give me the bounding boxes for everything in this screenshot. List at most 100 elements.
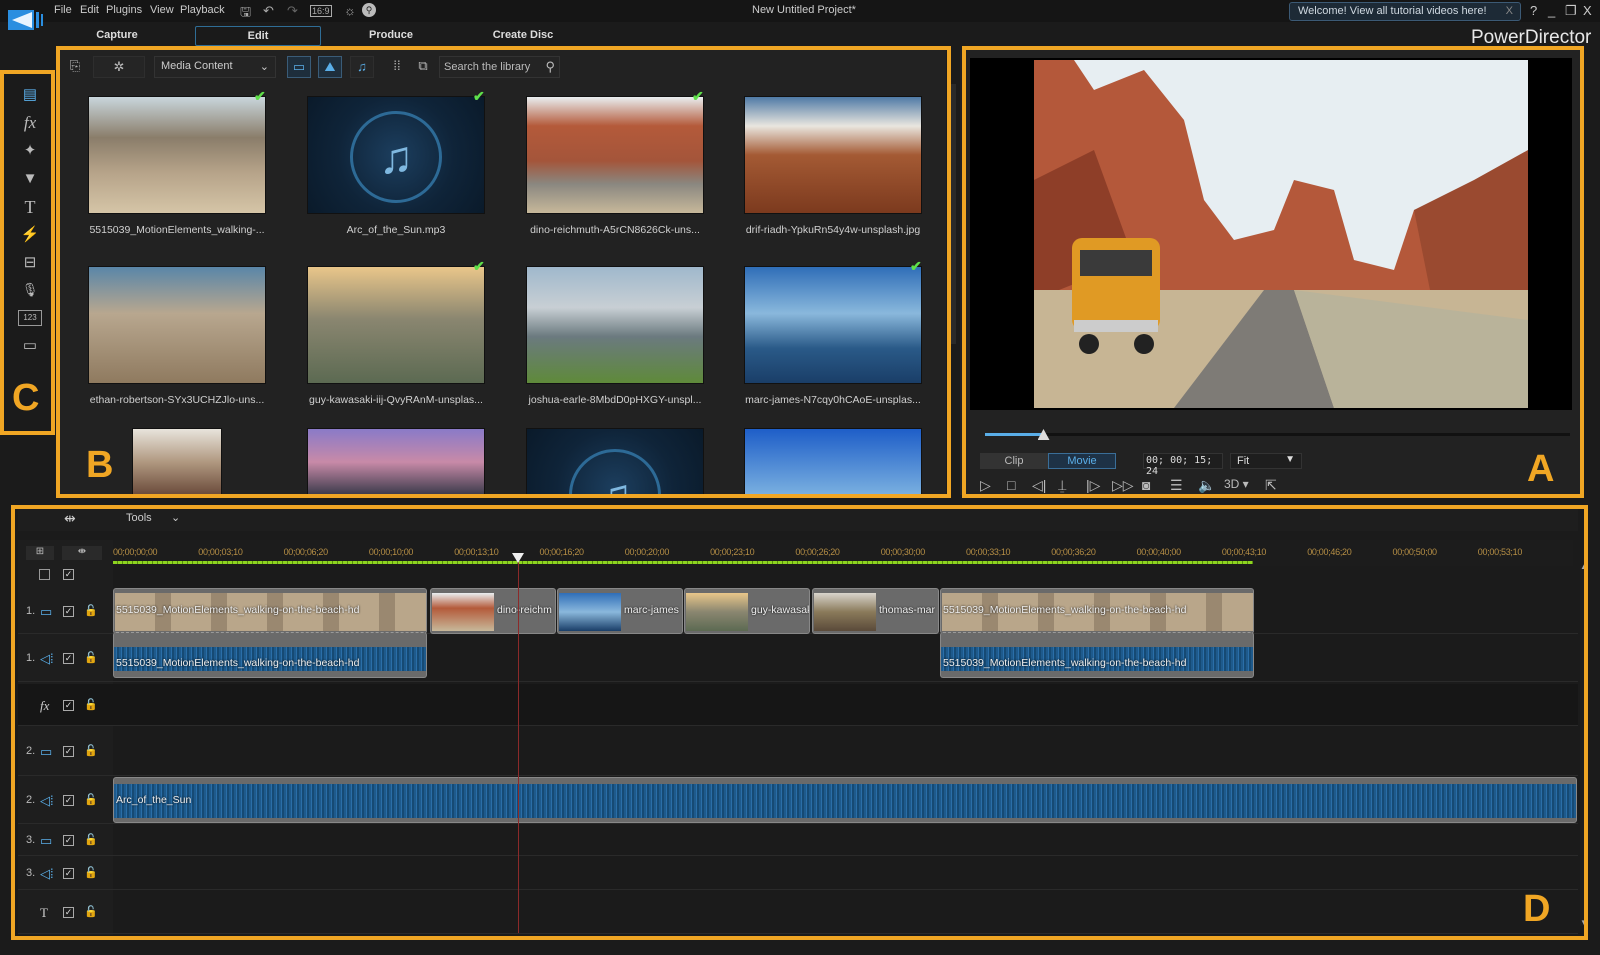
track-lock-icon[interactable]: 🔓 (84, 698, 98, 711)
chapter-room-icon[interactable]: 123 (18, 310, 42, 326)
video-clip[interactable]: guy-kawasak (684, 588, 810, 634)
search-icon[interactable]: ⚲ (545, 59, 555, 75)
video-clip[interactable]: marc-james (557, 588, 683, 634)
view-size-icon[interactable]: ⧉ (413, 56, 433, 78)
chevron-down-icon[interactable]: ⌄ (171, 511, 180, 524)
filter-audio-button[interactable]: ♫ (350, 56, 374, 78)
track-lock-icon[interactable]: 🔓 (84, 651, 98, 664)
welcome-text[interactable]: Welcome! View all tutorial videos here! (1298, 5, 1487, 17)
transition-room-icon[interactable]: ⚡ (18, 224, 42, 246)
subtitle-icon[interactable]: ☰ (1170, 477, 1183, 494)
track-enable-checkbox[interactable]: ✓ (63, 907, 74, 918)
track-lock-icon[interactable]: 🔓 (84, 833, 98, 846)
menu-plugins[interactable]: Plugins (106, 4, 142, 16)
tab-produce[interactable]: Produce (328, 26, 454, 46)
plugins-icon[interactable]: ✲ (93, 56, 145, 78)
sort-icon[interactable]: ⁞⁞ (387, 56, 407, 78)
media-thumbnail[interactable] (307, 266, 485, 384)
track-lock-icon[interactable]: 🔓 (84, 905, 98, 918)
media-thumbnail[interactable] (88, 266, 266, 384)
clip-mode-button[interactable]: Clip (980, 453, 1048, 469)
scroll-down-icon[interactable]: ▼ (1580, 918, 1588, 927)
movie-mode-button[interactable]: Movie (1048, 453, 1116, 469)
filter-video-button[interactable]: ▭ (287, 56, 311, 78)
media-thumbnail[interactable] (526, 266, 704, 384)
menu-edit[interactable]: Edit (80, 4, 99, 16)
media-thumbnail[interactable]: ♫ (307, 96, 485, 214)
close-icon[interactable]: X (1506, 5, 1513, 17)
track-enable-checkbox[interactable]: ✓ (63, 700, 74, 711)
help-button[interactable]: ? (1530, 3, 1537, 18)
tools-menu[interactable]: Tools (126, 512, 152, 524)
track-enable-checkbox[interactable]: ✓ (63, 746, 74, 757)
tab-capture[interactable]: Capture (54, 26, 180, 46)
volume-icon[interactable]: 🔈 (1198, 477, 1215, 494)
track-lock-icon[interactable]: 🔓 (84, 604, 98, 617)
voiceover-icon[interactable]: 🎙 (18, 279, 42, 301)
prev-frame-icon[interactable]: ◁| (1032, 477, 1046, 494)
notification-icon[interactable]: ⚲ (362, 3, 376, 17)
save-icon[interactable]: 🖫 (240, 3, 251, 25)
welcome-banner[interactable]: Welcome! View all tutorial videos here! … (1289, 2, 1521, 21)
restore-button[interactable]: ❐ (1565, 3, 1577, 19)
media-thumbnail[interactable] (307, 428, 485, 496)
fx-room-icon[interactable]: fx (18, 112, 42, 134)
music-clip[interactable]: Arc_of_the_Sun (113, 777, 1577, 823)
video-clip[interactable]: 5515039_MotionElements_walking-on-the-be… (113, 588, 427, 634)
media-thumbnail[interactable] (132, 428, 222, 496)
media-thumbnail[interactable] (744, 96, 922, 214)
subtitle-room-icon[interactable]: ▭ (18, 335, 42, 357)
menu-playback[interactable]: Playback (180, 4, 225, 16)
preferences-icon[interactable]: ☼ (344, 3, 356, 18)
track-view-toggle[interactable] (39, 569, 50, 580)
snapshot-icon[interactable]: ◙ (1142, 477, 1150, 493)
split-icon[interactable]: ⍊ (1058, 477, 1066, 494)
media-thumbnail[interactable]: ♫ (526, 428, 704, 496)
next-frame-icon[interactable]: |▷ (1086, 477, 1100, 494)
track-enable-checkbox[interactable]: ✓ (63, 795, 74, 806)
particle-room-icon[interactable]: ▼ (18, 168, 42, 190)
fit-timeline-icon[interactable]: ⇹ (64, 510, 76, 527)
close-window-button[interactable]: X (1583, 3, 1592, 18)
video-clip[interactable]: dino-reichm (430, 588, 556, 634)
import-media-icon[interactable]: ⎘ (64, 56, 86, 78)
track-enable-checkbox[interactable]: ✓ (63, 868, 74, 879)
minimize-button[interactable]: _ (1548, 3, 1555, 18)
stop-icon[interactable]: □ (1007, 477, 1015, 493)
media-thumbnail[interactable] (744, 266, 922, 384)
audio-clip[interactable]: 5515039_MotionElements_walking-on-the-be… (113, 632, 427, 678)
aspect-ratio-button[interactable]: 16:9 (310, 5, 332, 17)
search-library-input[interactable]: Search the library ⚲ (439, 56, 560, 78)
zoom-fit-select[interactable]: Fit ▼ (1230, 453, 1302, 469)
media-content-select[interactable]: Media Content ⌄ (154, 56, 276, 78)
media-room-icon[interactable]: ▤ (18, 84, 42, 106)
timeline-vertical-scrollbar[interactable]: ▲ ▼ (1580, 562, 1588, 927)
media-thumbnail[interactable] (526, 96, 704, 214)
audio-mixing-icon[interactable]: ⊟ (18, 252, 42, 274)
media-thumbnail[interactable] (744, 428, 922, 496)
filter-image-button[interactable]: ⛰ (318, 56, 342, 78)
track-lock-icon[interactable]: 🔓 (84, 744, 98, 757)
play-icon[interactable]: ▷ (980, 477, 991, 494)
audio-clip[interactable]: 5515039_MotionElements_walking-on-the-be… (940, 632, 1254, 678)
track-lock-icon[interactable]: 🔓 (84, 793, 98, 806)
timecode-display[interactable]: 00; 00; 15; 24 (1143, 453, 1223, 477)
tab-create-disc[interactable]: Create Disc (460, 26, 586, 46)
3d-icon[interactable]: 3D ▾ (1224, 477, 1249, 491)
add-track-icon[interactable]: ⊞ (26, 546, 54, 560)
tab-edit[interactable]: Edit (195, 26, 321, 46)
track-enable-checkbox[interactable]: ✓ (63, 605, 74, 617)
pip-objects-icon[interactable]: ✦ (18, 140, 42, 162)
video-clip[interactable]: 5515039_MotionElements_walking-on-the-be… (940, 588, 1254, 634)
menu-view[interactable]: View (150, 4, 174, 16)
scroll-up-icon[interactable]: ▲ (1580, 562, 1588, 571)
title-room-icon[interactable]: T (18, 196, 42, 218)
undock-icon[interactable]: ⇱ (1265, 477, 1277, 494)
all-tracks-checkbox[interactable]: ✓ (63, 569, 74, 580)
video-clip[interactable]: thomas-mar (812, 588, 939, 634)
media-thumbnail[interactable] (88, 96, 266, 214)
fit-to-view-icon[interactable]: ⇼ (62, 546, 102, 560)
track-enable-checkbox[interactable]: ✓ (63, 835, 74, 846)
fast-forward-icon[interactable]: ▷▷ (1112, 477, 1134, 494)
preview-seek-slider[interactable] (985, 433, 1570, 436)
